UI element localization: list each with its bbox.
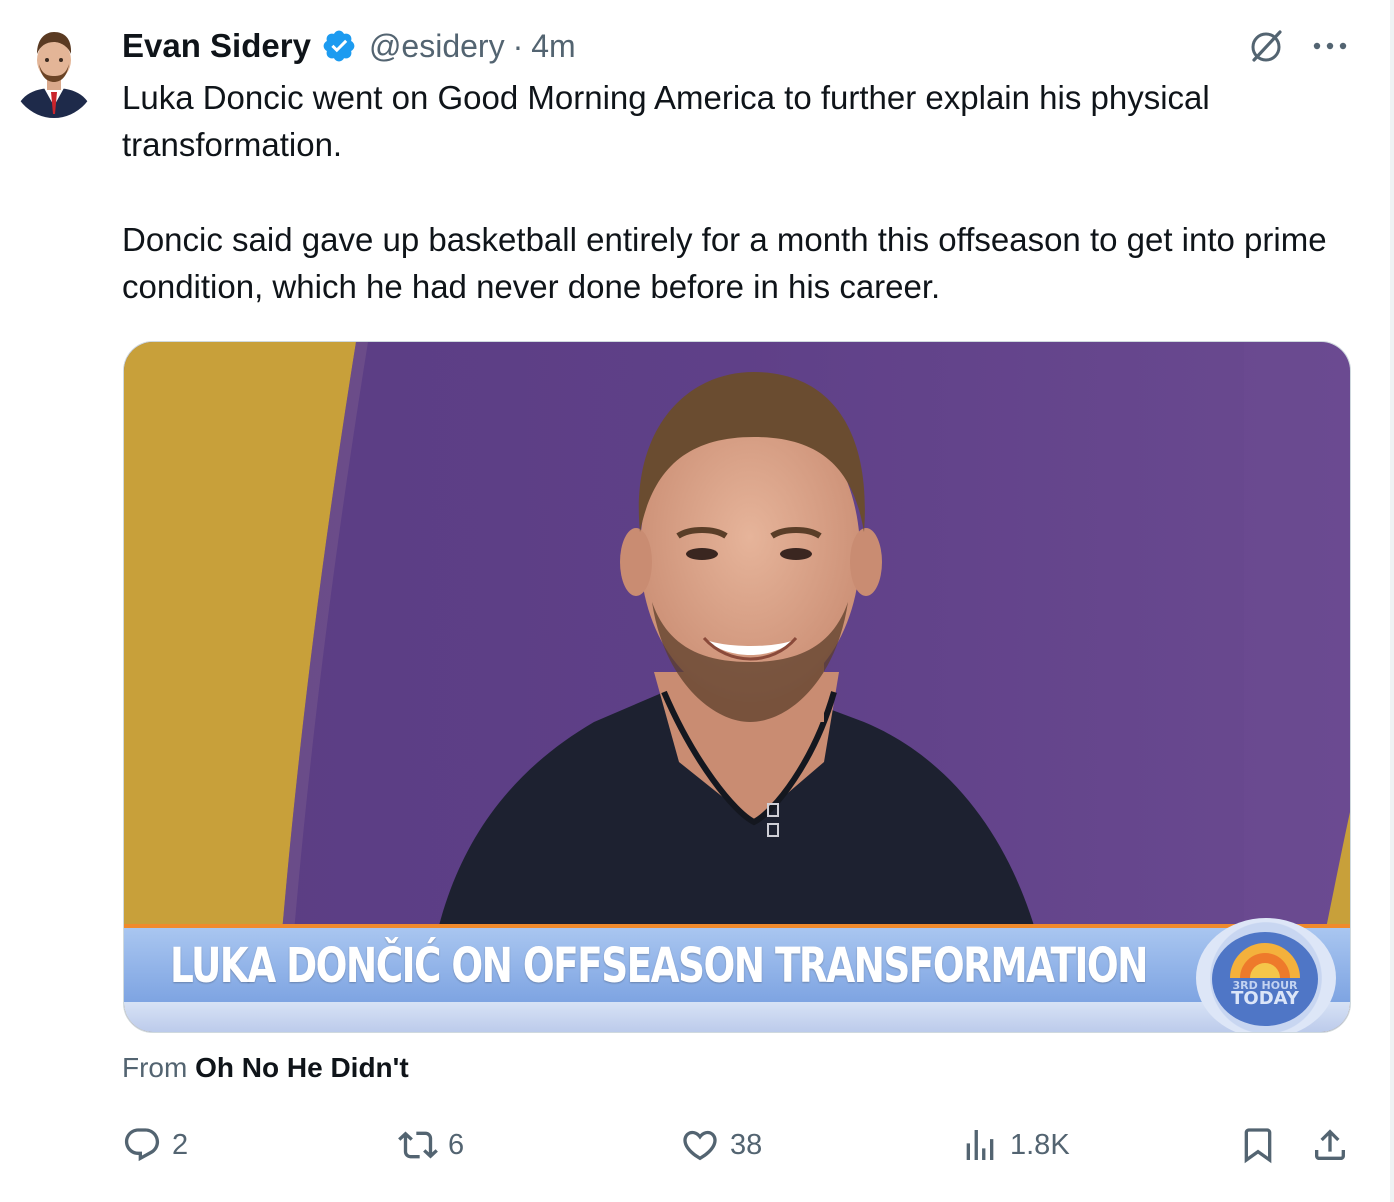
avatar-image <box>10 22 98 118</box>
more-icon[interactable] <box>1308 28 1352 64</box>
tweet-paragraph-2: Doncic said gave up basketball entirely … <box>122 221 1327 305</box>
chyron-text: LUKA DONČIĆ ON OFFSEASON TRANSFORMATION <box>170 938 1149 994</box>
tweet-header: Evan Sidery @esidery · 4m <box>122 22 576 70</box>
views-count: 1.8K <box>1010 1128 1070 1161</box>
chyron: LUKA DONČIĆ ON OFFSEASON TRANSFORMATION … <box>124 918 1350 1032</box>
bookmark-button[interactable] <box>1238 1120 1288 1170</box>
like-icon <box>683 1130 717 1161</box>
separator-dot: · <box>512 27 524 64</box>
reply-icon <box>124 1128 160 1162</box>
views-button[interactable]: 1.8K <box>960 1120 1070 1170</box>
media-source: From Oh No He Didn't <box>122 1052 409 1084</box>
author-handle[interactable]: @esidery <box>369 28 505 65</box>
tweet-text: Luka Doncic went on Good Morning America… <box>122 74 1362 310</box>
chyron-lower-strip <box>124 1002 1350 1032</box>
verified-badge-icon <box>323 30 355 62</box>
media-image[interactable]: LUKA DONČIĆ ON OFFSEASON TRANSFORMATION … <box>123 341 1351 1033</box>
timestamp[interactable]: 4m <box>531 28 575 65</box>
bookmark-icon <box>1244 1128 1272 1164</box>
share-button[interactable] <box>1310 1120 1360 1170</box>
source-prefix: From <box>122 1052 188 1083</box>
avatar[interactable] <box>10 22 98 118</box>
today-logo: 3RD HOUR TODAY <box>1196 918 1336 1032</box>
like-button[interactable]: 38 <box>680 1120 762 1170</box>
repost-count: 6 <box>448 1128 465 1161</box>
author-name[interactable]: Evan Sidery <box>122 27 311 65</box>
today-logo-text: TODAY <box>1231 988 1299 1009</box>
source-name[interactable]: Oh No He Didn't <box>195 1052 409 1083</box>
action-bar: 2 6 38 1.8K <box>0 1120 1394 1170</box>
reply-count: 2 <box>172 1128 189 1161</box>
reply-button[interactable]: 2 <box>122 1120 188 1170</box>
page-edge <box>1390 0 1394 1202</box>
repost-icon <box>398 1131 438 1159</box>
tweet-card[interactable]: Evan Sidery @esidery · 4m Luka Doncic we… <box>0 0 1394 1202</box>
like-count: 38 <box>730 1128 763 1161</box>
repost-button[interactable]: 6 <box>398 1120 464 1170</box>
share-icon <box>1315 1129 1345 1160</box>
tweet-paragraph-1: Luka Doncic went on Good Morning America… <box>122 79 1210 163</box>
views-icon <box>966 1130 994 1160</box>
grok-icon[interactable] <box>1246 26 1286 66</box>
